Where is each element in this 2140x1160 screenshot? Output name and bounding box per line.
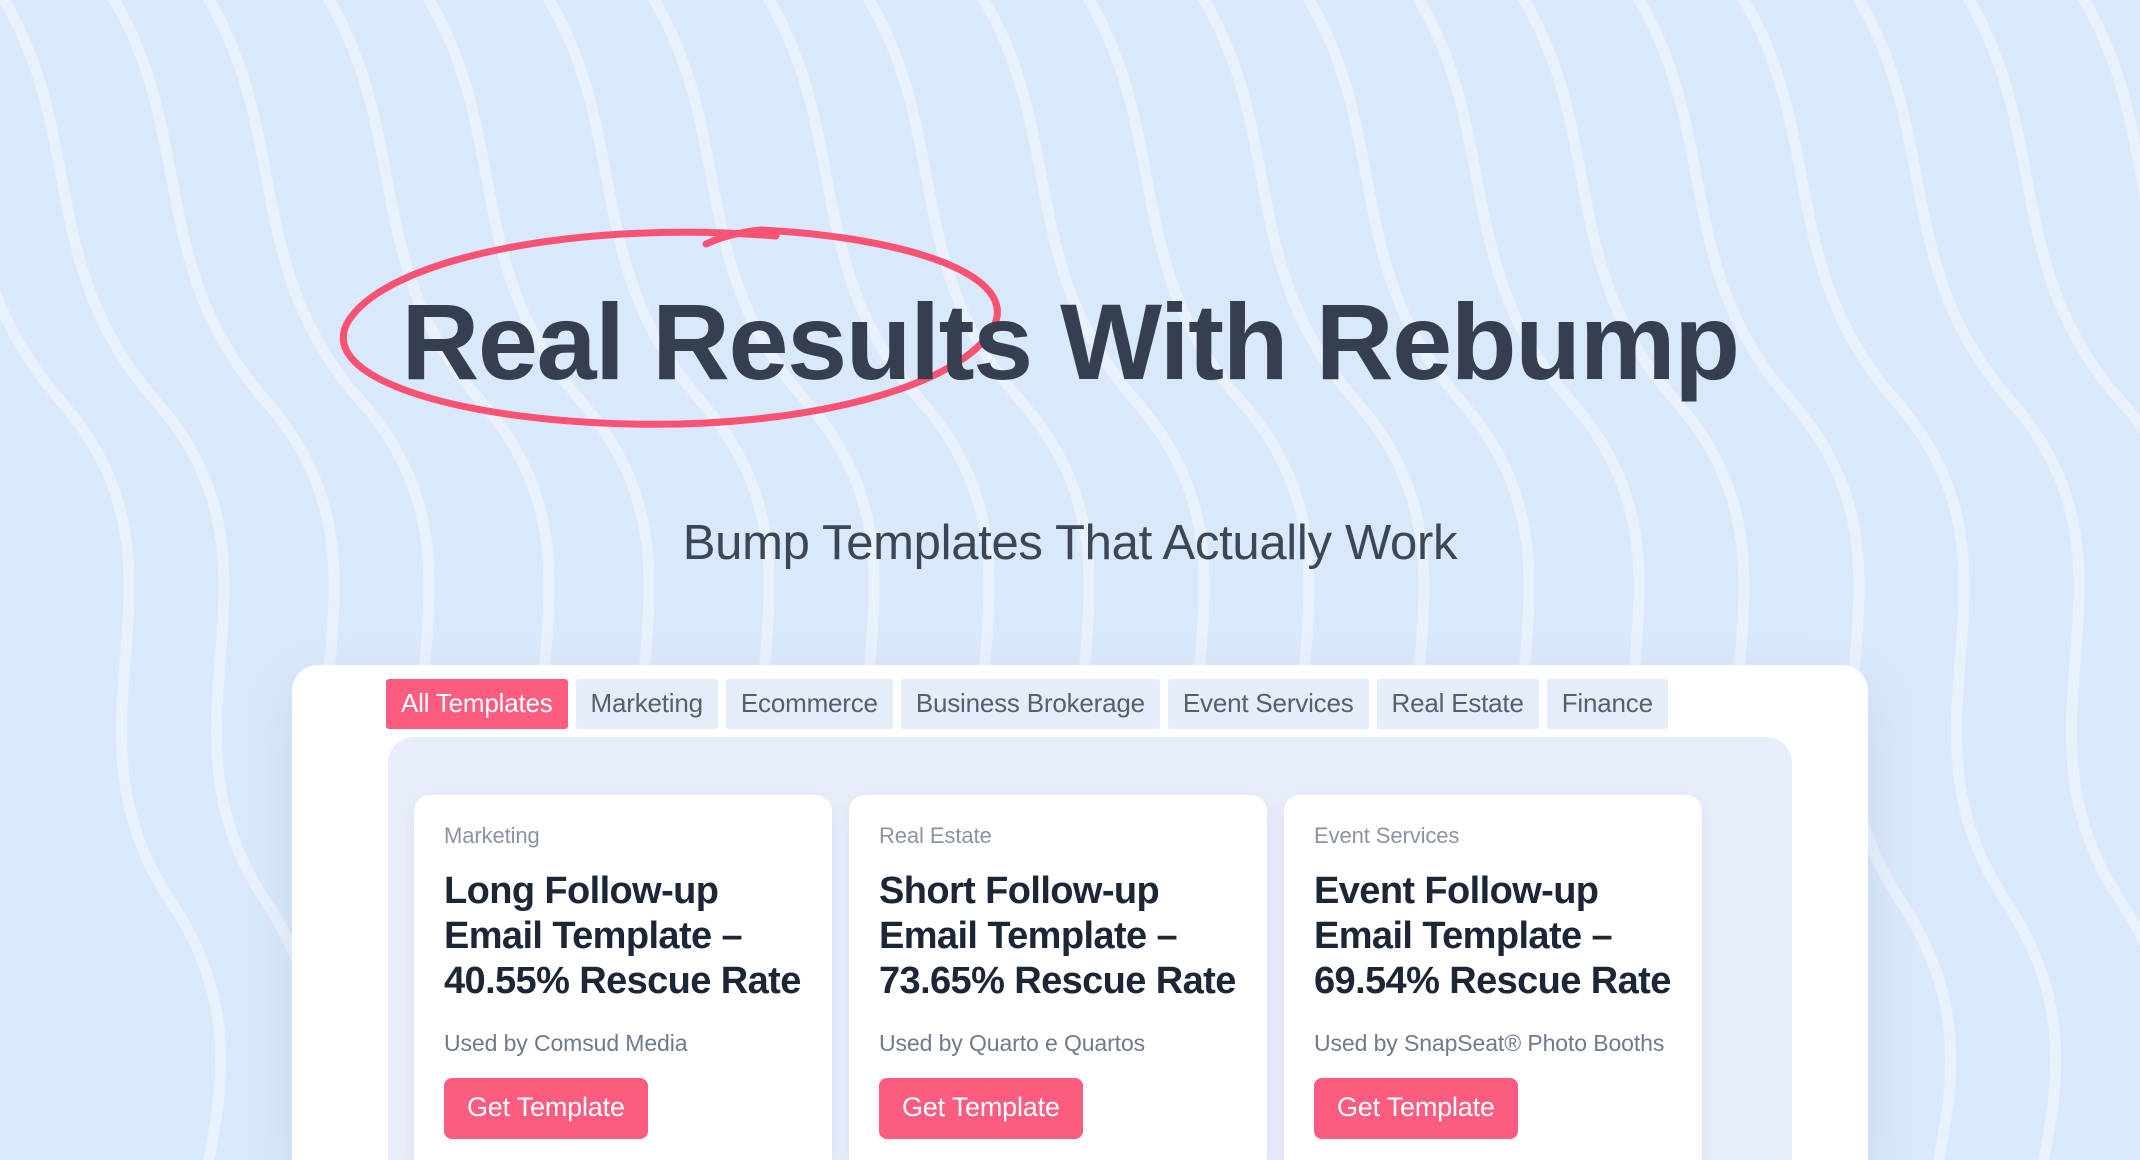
card-category-label: Event Services (1314, 823, 1460, 848)
tab-marketing[interactable]: Marketing (575, 679, 718, 729)
card-usedby-label: Used by SnapSeat® Photo Booths (1314, 1030, 1665, 1057)
tab-event-services[interactable]: Event Services (1167, 679, 1369, 729)
hero-page: Real Results With Rebump Bump Templates … (0, 0, 2140, 1160)
hero-section: Real Results With Rebump Bump Templates … (0, 0, 2140, 570)
template-card[interactable]: Marketing Long Follow-up Email Template … (414, 795, 832, 1160)
category-tab-list: All Templates Marketing Ecommerce Busine… (386, 679, 1668, 729)
card-category-label: Marketing (444, 823, 540, 848)
template-card[interactable]: Real Estate Short Follow-up Email Templa… (849, 795, 1267, 1160)
tab-real-estate[interactable]: Real Estate (1376, 679, 1539, 729)
templates-grid-container: Marketing Long Follow-up Email Template … (388, 737, 1792, 1160)
tab-finance[interactable]: Finance (1546, 679, 1668, 729)
page-subtitle: Bump Templates That Actually Work (682, 516, 1458, 570)
templates-panel: All Templates Marketing Ecommerce Busine… (292, 665, 1868, 1160)
template-card[interactable]: Event Services Event Follow-up Email Tem… (1284, 795, 1702, 1160)
card-category-label: Real Estate (879, 823, 992, 848)
page-title: Real Results With Rebump (401, 281, 1740, 402)
tab-business-brokerage[interactable]: Business Brokerage (900, 679, 1160, 729)
card-usedby-label: Used by Quarto e Quartos (879, 1030, 1146, 1057)
get-template-button[interactable]: Get Template (1314, 1078, 1518, 1139)
card-title: Long Follow-up Email Template – 40.55% R… (444, 870, 801, 1002)
tab-ecommerce[interactable]: Ecommerce (725, 679, 893, 729)
tab-all-templates[interactable]: All Templates (386, 679, 568, 729)
get-template-button[interactable]: Get Template (444, 1078, 648, 1139)
card-usedby-label: Used by Comsud Media (444, 1030, 688, 1057)
card-title: Short Follow-up Email Template – 73.65% … (879, 870, 1236, 1002)
get-template-button[interactable]: Get Template (879, 1078, 1083, 1139)
headline-wrapper: Real Results With Rebump (340, 226, 1740, 428)
card-title: Event Follow-up Email Template – 69.54% … (1314, 870, 1671, 1002)
template-card-list: Marketing Long Follow-up Email Template … (414, 795, 1702, 1160)
